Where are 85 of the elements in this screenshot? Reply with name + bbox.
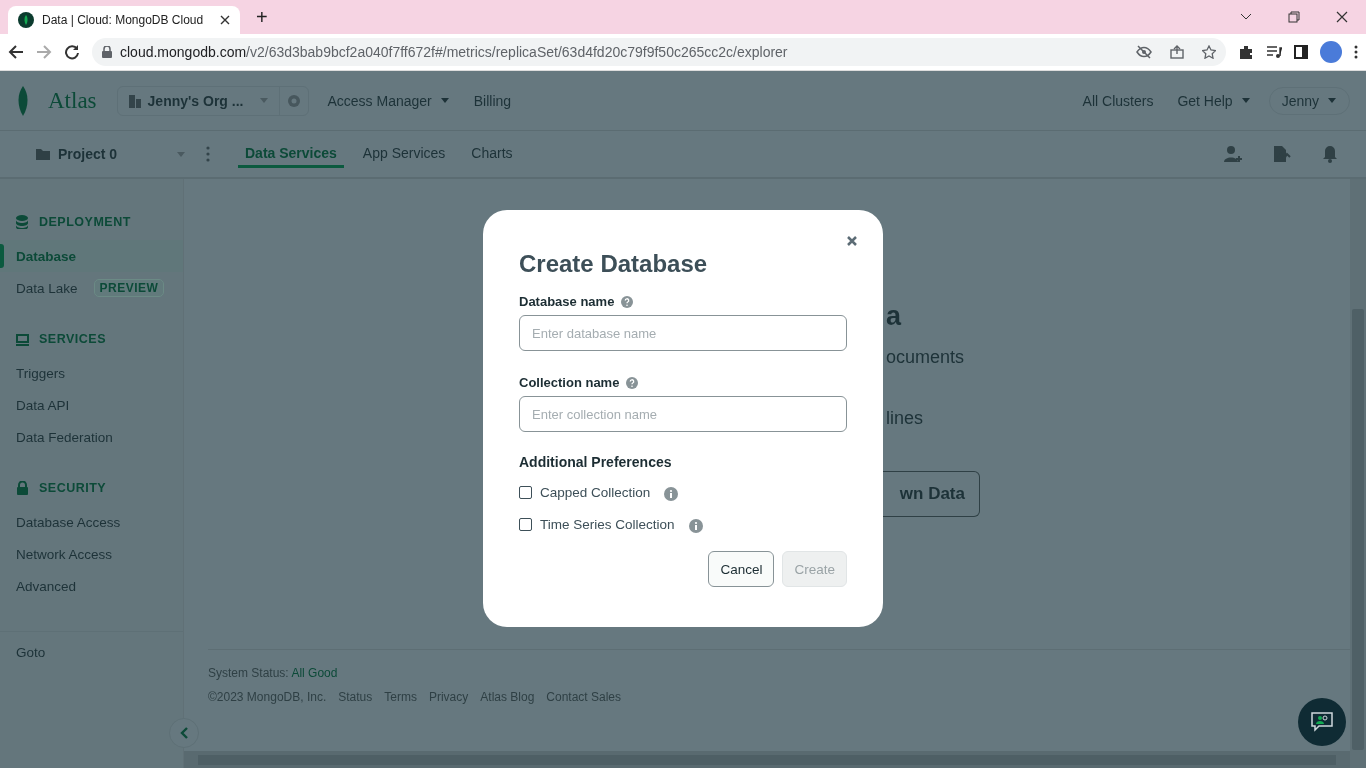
organization-name: Jenny's Org ... (147, 92, 244, 109)
close-icon[interactable] (220, 15, 230, 25)
puzzle-icon[interactable] (1238, 44, 1254, 60)
caret-icon (1240, 97, 1251, 104)
chat-icon (1311, 712, 1333, 732)
nav-tab[interactable]: App Services (355, 140, 453, 168)
info-icon[interactable] (664, 487, 679, 501)
field-label: Collection name (519, 375, 620, 390)
dialog-title: Create Database (519, 250, 709, 278)
input-field[interactable]: Enter collection name (519, 396, 847, 432)
caret-icon (439, 97, 450, 104)
sidebar-item[interactable]: Advanced (0, 570, 183, 602)
section-title: SECURITY (39, 481, 107, 495)
reload-icon[interactable] (64, 44, 80, 60)
preview-badge: PREVIEW (93, 279, 165, 297)
playlist-icon[interactable] (1266, 44, 1282, 60)
footer-link[interactable]: Contact Sales (546, 690, 622, 704)
avatar[interactable] (1320, 41, 1342, 63)
organization-selector[interactable]: Jenny's Org ... (116, 85, 310, 116)
leaf-icon (18, 12, 34, 28)
checkbox[interactable] (519, 485, 532, 499)
chat-button[interactable] (1298, 698, 1346, 746)
horizontal-scrollbar[interactable] (184, 751, 1350, 768)
footer-link[interactable]: Privacy (428, 690, 469, 704)
copyright: ©2023 MongoDB, Inc. (208, 690, 327, 704)
chevron-left-icon (180, 727, 188, 739)
star-icon[interactable] (1202, 45, 1216, 59)
database-icon (16, 215, 29, 229)
checkbox-option[interactable]: Capped Collection (519, 484, 651, 500)
sidebar-item[interactable]: Data API (0, 389, 183, 421)
help-icon[interactable] (621, 295, 634, 308)
building-icon (127, 93, 142, 108)
restore-icon[interactable] (1288, 11, 1300, 23)
checkbox-option[interactable]: Time Series Collection (519, 516, 675, 532)
footer-link[interactable]: Terms (384, 690, 417, 704)
section-title: DEPLOYMENT (39, 215, 131, 229)
browser-tab[interactable]: Data | Cloud: MongoDB Cloud (8, 6, 240, 34)
nav-tab[interactable]: Charts (464, 140, 520, 168)
sidebar-item[interactable]: Data Lake PREVIEW (0, 272, 183, 304)
sidebar-item[interactable]: Data Federation (0, 421, 183, 453)
sidebar-item[interactable]: Network Access (0, 538, 183, 570)
new-tab-button[interactable]: + (252, 6, 272, 29)
field-label: Database name (519, 294, 615, 309)
sidebar-item[interactable]: Database (0, 240, 183, 272)
nav-link[interactable]: Get Help (1171, 92, 1257, 109)
body-text: ocuments (886, 347, 966, 368)
side-panel-icon[interactable] (1294, 45, 1308, 59)
nav-link[interactable]: Access Manager (321, 92, 456, 109)
back-icon[interactable] (8, 44, 24, 60)
heading-text: a (886, 301, 903, 333)
close-button[interactable] (845, 234, 859, 248)
lock-icon (16, 481, 29, 495)
sidebar-item[interactable]: Goto (0, 636, 183, 668)
lock-icon (102, 46, 112, 58)
system-status: System Status: All Good (208, 666, 339, 680)
section-title: Additional Preferences (519, 454, 673, 470)
checkbox[interactable] (519, 517, 532, 531)
footer-link[interactable]: Status (338, 690, 373, 704)
caret-icon (259, 97, 270, 104)
laptop-icon (16, 332, 29, 346)
help-icon[interactable] (626, 376, 639, 389)
body-text: lines (886, 408, 925, 429)
close-icon[interactable] (1336, 11, 1348, 23)
leaf-icon (16, 85, 30, 116)
logo-text[interactable]: Atlas (48, 87, 97, 114)
input-field[interactable]: Enter database name (519, 315, 847, 351)
folder-icon (36, 148, 50, 160)
caret-icon (176, 150, 186, 158)
caret-icon (1327, 97, 1337, 104)
sidebar-item[interactable]: Database Access (0, 506, 183, 538)
chevron-down-icon[interactable] (1240, 13, 1252, 21)
more-icon[interactable] (1354, 45, 1358, 59)
eye-off-icon[interactable] (1136, 45, 1152, 59)
project-selector[interactable]: Project 0 (36, 146, 186, 162)
footer-link[interactable]: Atlas Blog (480, 690, 535, 704)
nav-link[interactable]: Billing (467, 92, 518, 109)
sidebar-item[interactable]: Triggers (0, 357, 183, 389)
close-icon (847, 236, 857, 246)
dialog-button[interactable]: Cancel (708, 551, 775, 587)
info-icon[interactable] (688, 519, 703, 533)
nav-tab[interactable]: Data Services (238, 140, 344, 168)
tab-title: Data | Cloud: MongoDB Cloud (42, 13, 205, 27)
section-title: SERVICES (39, 332, 106, 346)
nav-link[interactable]: All Clusters (1076, 92, 1160, 109)
share-icon[interactable] (1170, 45, 1184, 59)
